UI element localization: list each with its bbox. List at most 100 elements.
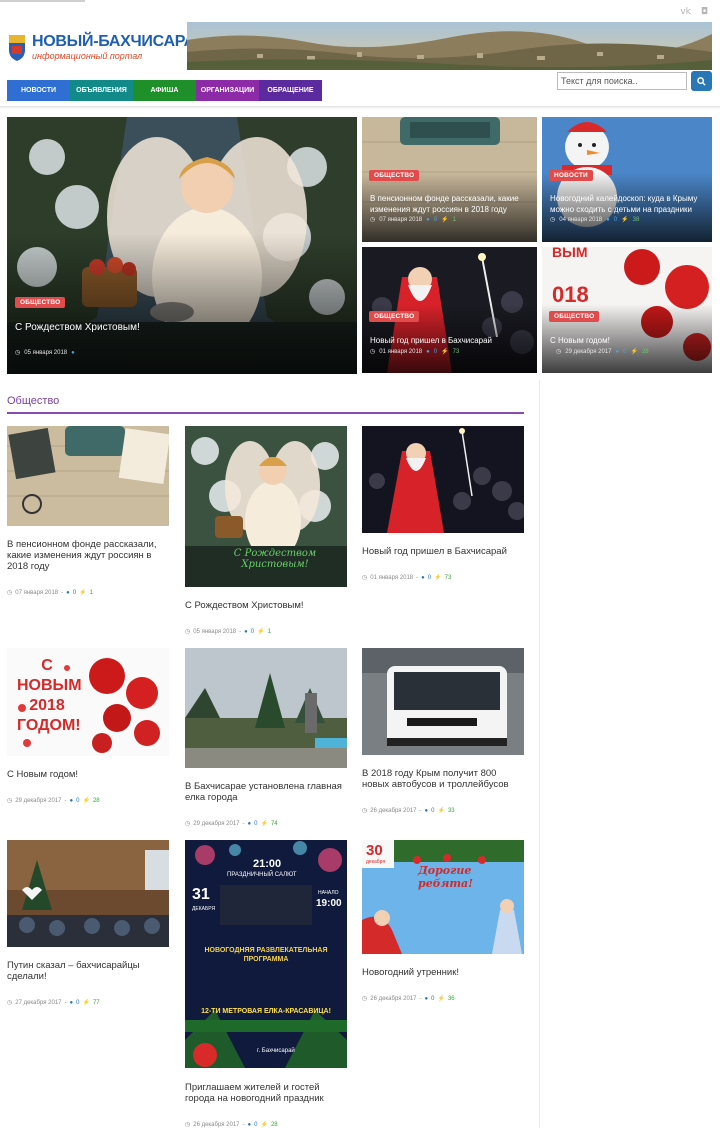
date: 05 января 2018 xyxy=(24,349,68,356)
article-card[interactable]: В 2018 году Крым получит 800 новых автоб… xyxy=(362,648,524,814)
comment-icon: ● xyxy=(66,589,70,596)
clock-icon: ◷ xyxy=(15,350,21,356)
date: 27 декабря 2017 xyxy=(15,999,62,1006)
views-icon: ⚡ xyxy=(82,798,90,804)
comment-icon: ● xyxy=(71,349,75,356)
article-meta: ◷ 29 декабря 2017 - ● 0 ⚡ 74 xyxy=(185,820,278,828)
nav-item-appeal[interactable]: ОБРАЩЕНИЕ xyxy=(259,80,322,101)
article-title[interactable]: С Новым годом! xyxy=(7,769,169,780)
article-meta: ◷ 07 января 2018 - ● 0 ⚡ 1 xyxy=(7,589,93,597)
poster-month: декабря xyxy=(366,859,386,865)
article-title[interactable]: Путин сказал – бахчисарайцы сделали! xyxy=(7,960,169,982)
article-thumbnail[interactable] xyxy=(7,840,169,947)
clock-icon: ◷ xyxy=(370,217,376,223)
category-badge[interactable]: ОБЩЕСТВО xyxy=(369,170,420,181)
featured-item[interactable]: ОБЩЕСТВО Новый год пришел в Бахчисарай ◷… xyxy=(362,247,537,373)
article-title[interactable]: Приглашаем жителей и гостей города на но… xyxy=(185,1082,347,1104)
article-meta: ◷ 29 декабря 2017 - ● 0 ⚡ 28 xyxy=(7,797,100,805)
clock-icon: ◷ xyxy=(7,1000,13,1006)
article-card[interactable]: Путин сказал – бахчисарайцы сделали! ◷ 2… xyxy=(7,840,169,1006)
comment-icon: ● xyxy=(244,628,248,635)
clock-icon: ◷ xyxy=(362,808,368,814)
date: 29 декабря 2017 xyxy=(193,820,240,827)
article-card[interactable]: С НОВЫМ 2018 ГОДОМ! С Новым годом! ◷ 29 … xyxy=(7,648,169,804)
event-poster[interactable]: 21:00 ПРАЗДНИЧНЫЙ САЛЮТ 31 ДЕКАБРЯ НАЧАЛ… xyxy=(185,840,347,1068)
category-badge[interactable]: НОВОСТИ xyxy=(549,170,593,181)
nav-item-news[interactable]: НОВОСТИ xyxy=(7,80,70,101)
article-title[interactable]: В 2018 году Крым получит 800 новых автоб… xyxy=(362,768,524,790)
article-thumbnail[interactable] xyxy=(185,648,347,768)
article-title[interactable]: С Рождеством Христовым! xyxy=(185,600,347,611)
article-thumbnail[interactable] xyxy=(7,426,169,526)
views-icon: ⚡ xyxy=(630,349,638,355)
clock-icon: ◷ xyxy=(185,821,191,827)
views-count: 1 xyxy=(267,628,271,635)
date: 26 декабря 2017 xyxy=(193,1121,240,1128)
views-icon: ⚡ xyxy=(437,996,445,1002)
clock-icon: ◷ xyxy=(362,996,368,1002)
comment-icon: ● xyxy=(426,348,430,355)
nav-item-ads[interactable]: ОБЪЯВЛЕНИЯ xyxy=(70,80,133,101)
nav-item-organizations[interactable]: ОРГАНИЗАЦИИ xyxy=(196,80,259,101)
article-card[interactable]: С Рождеством Христовым! С Рождеством Хри… xyxy=(185,426,347,635)
category-badge[interactable]: ОБЩЕСТВО xyxy=(15,297,66,308)
views-count: 77 xyxy=(92,999,100,1006)
comment-count: 0 xyxy=(427,574,432,581)
article-meta: ◷ 26 декабря 2017 - ● 0 ⚡ 36 xyxy=(362,995,455,1003)
section-title[interactable]: Общество xyxy=(7,395,59,407)
search-input[interactable] xyxy=(557,72,687,90)
featured-item[interactable]: ВЫМ 018 ОБЩЕСТВО С Новым годом! ◷ 29 дек… xyxy=(542,247,712,373)
featured-item[interactable]: ОБЩЕСТВО В пенсионном фонде рассказали, … xyxy=(362,117,537,242)
article-thumbnail[interactable] xyxy=(362,426,524,533)
featured-title[interactable]: Новый год пришел в Бахчисарай xyxy=(370,335,530,346)
article-meta: ◷ 05 января 2018 - ● 0 ⚡ 1 xyxy=(185,628,271,636)
article-meta: ◷ 26 декабря 2017 - ● 0 ⚡ 33 xyxy=(362,807,455,815)
thumbnail-caption: С НОВЫМ 2018 ГОДОМ! xyxy=(17,657,82,734)
clock-icon: ◷ xyxy=(370,349,376,355)
featured-item[interactable]: НОВОСТИ Новогодний калейдоскоп: куда в К… xyxy=(542,117,712,242)
comment-icon: ● xyxy=(424,807,429,814)
nav-item-afisha[interactable]: АФИША xyxy=(133,80,196,101)
views-count: 28 xyxy=(641,348,649,355)
article-card[interactable]: 21:00 ПРАЗДНИЧНЫЙ САЛЮТ 31 ДЕКАБРЯ НАЧАЛ… xyxy=(185,840,347,1128)
instagram-icon[interactable]: ◘ xyxy=(701,7,708,17)
featured-title[interactable]: Новогодний калейдоскоп: куда в Крыму мож… xyxy=(550,193,708,215)
site-logo[interactable]: НОВЫЙ-БАХЧИСАРАЙ информационный портал xyxy=(7,30,206,66)
article-title[interactable]: Новогодний утренник! xyxy=(362,967,524,978)
article-title[interactable]: В пенсионном фонде рассказали, какие изм… xyxy=(7,539,169,572)
article-thumbnail[interactable]: С НОВЫМ 2018 ГОДОМ! xyxy=(7,648,169,756)
article-thumbnail[interactable]: С Рождеством Христовым! xyxy=(185,426,347,587)
comment-icon: ● xyxy=(247,1121,252,1128)
search-button[interactable] xyxy=(691,71,712,91)
featured-title[interactable]: С Рождеством Христовым! xyxy=(15,322,345,333)
category-badge[interactable]: ОБЩЕСТВО xyxy=(549,311,600,322)
event-poster[interactable]: 30 декабря Дорогие ребята! xyxy=(362,840,524,954)
poster-program: НОВОГОДНЯЯ РАЗВЛЕКАТЕЛЬНАЯ ПРОГРАММА xyxy=(204,947,328,963)
comment-icon: ● xyxy=(69,797,74,804)
comment-count: 0 xyxy=(254,1121,258,1128)
main-navigation: НОВОСТИ ОБЪЯВЛЕНИЯ АФИША ОРГАНИЗАЦИИ ОБР… xyxy=(7,80,322,101)
article-card[interactable]: В пенсионном фонде рассказали, какие изм… xyxy=(7,426,169,596)
date: 04 января 2018 xyxy=(559,216,603,223)
article-title[interactable]: Новый год пришел в Бахчисарай xyxy=(362,546,524,557)
category-badge[interactable]: ОБЩЕСТВО xyxy=(369,311,420,322)
article-card[interactable]: Новый год пришел в Бахчисарай ◷ 01 январ… xyxy=(362,426,524,581)
article-thumbnail[interactable] xyxy=(362,648,524,755)
featured-title[interactable]: В пенсионном фонде рассказали, какие изм… xyxy=(370,193,530,215)
article-card[interactable]: 30 декабря Дорогие ребята! Новогодний ут… xyxy=(362,840,524,1002)
featured-title[interactable]: С Новым годом! xyxy=(550,335,708,346)
poster-city: г. Бахчисарай xyxy=(257,1048,295,1054)
poster-line: ПРАЗДНИЧНЫЙ САЛЮТ xyxy=(227,872,297,878)
header-divider xyxy=(0,106,720,109)
article-meta: ◷ 27 декабря 2017 - ● 0 ⚡ 77 xyxy=(7,999,100,1007)
vk-icon[interactable]: vk xyxy=(680,7,691,17)
views-count: 1 xyxy=(452,216,456,223)
date: 26 декабря 2017 xyxy=(370,807,417,814)
thumbnail-caption: С Рождеством Христовым! xyxy=(233,548,317,570)
views-count: 74 xyxy=(270,820,278,827)
featured-main[interactable]: ОБЩЕСТВО С Рождеством Христовым! ◷ 05 ян… xyxy=(7,117,357,374)
comment-count: 0 xyxy=(72,589,77,596)
views-count: 73 xyxy=(444,574,452,581)
article-title[interactable]: В Бахчисарае установлена главная елка го… xyxy=(185,781,347,803)
article-card[interactable]: В Бахчисарае установлена главная елка го… xyxy=(185,648,347,827)
